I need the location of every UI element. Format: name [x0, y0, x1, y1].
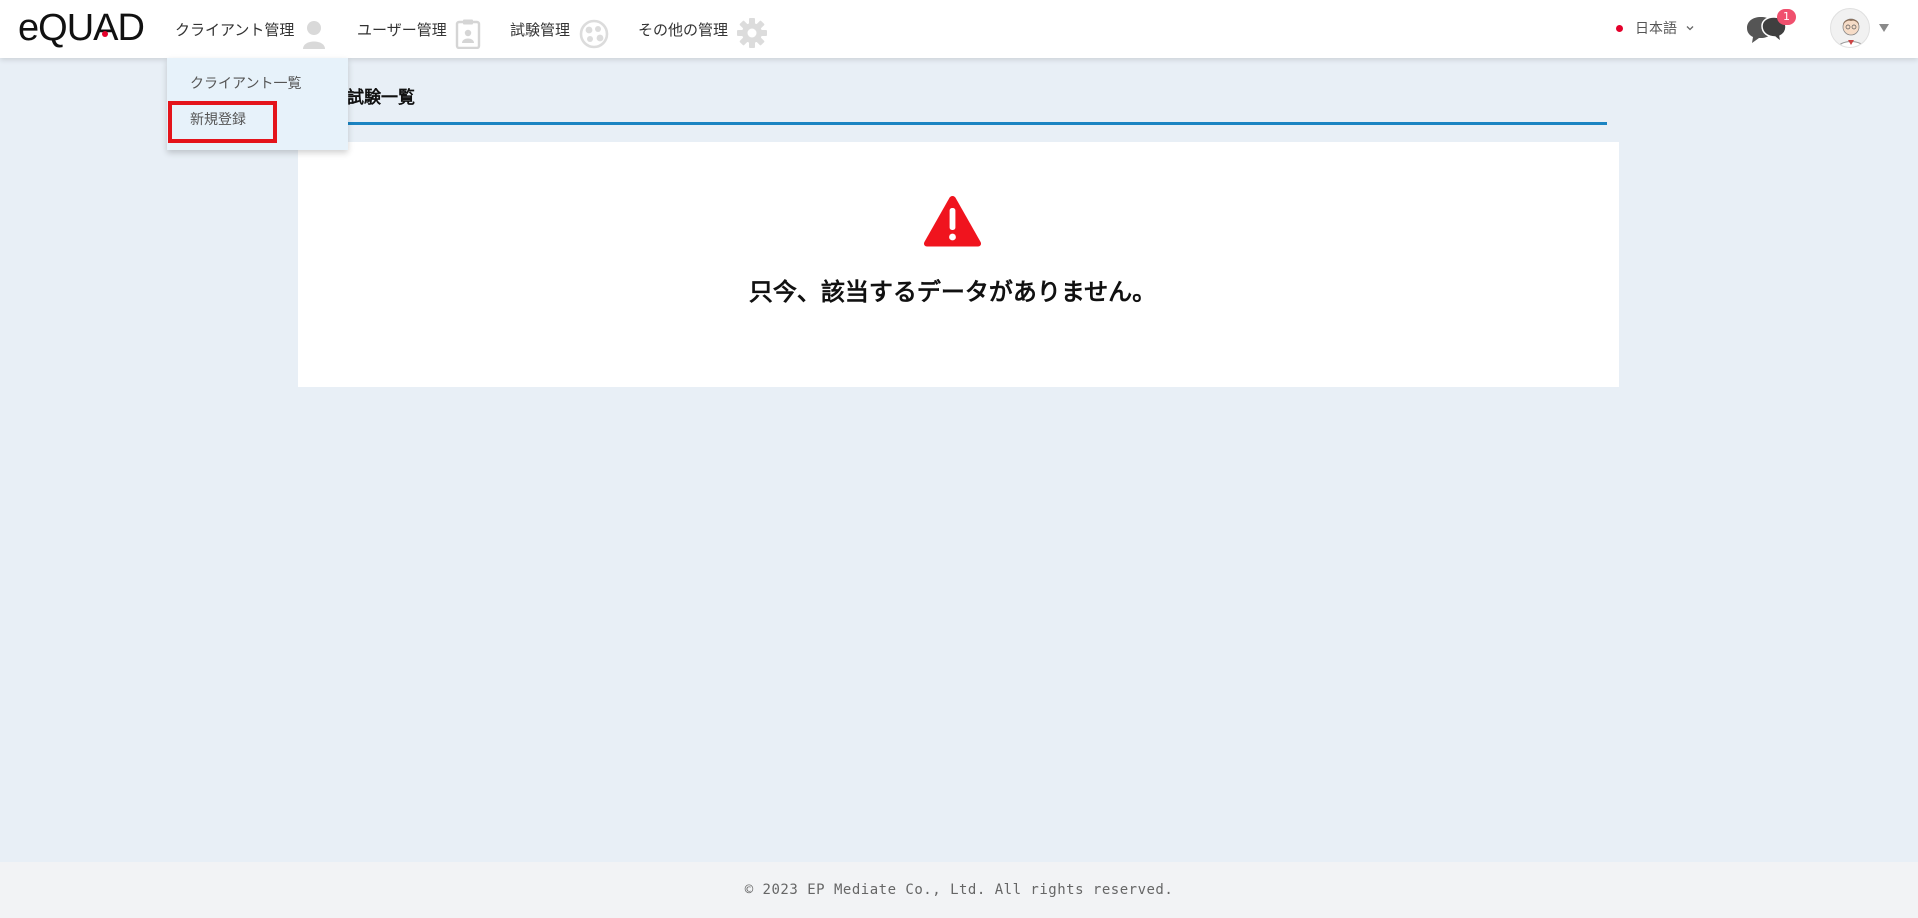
empty-state-message: 只今、該当するデータがありません。 [748, 278, 1157, 306]
user-avatar-icon [1830, 8, 1870, 48]
logo-letter-a: A [93, 6, 118, 49]
nav-exam-management[interactable]: 試験管理 [510, 0, 610, 58]
footer: © 2023 EP Mediate Co., Ltd. All rights r… [0, 862, 1918, 918]
nav-other-management-label: その他の管理 [638, 20, 729, 39]
user-menu[interactable] [1830, 6, 1890, 50]
copyright-text: © 2023 EP Mediate Co., Ltd. All rights r… [744, 882, 1174, 898]
client-management-dropdown: クライアント一覧 新規登録 [167, 58, 348, 150]
nav-exam-management-label: 試験管理 [510, 20, 571, 39]
logo-text-prefix: eQU [18, 6, 94, 49]
japan-flag-icon [1616, 24, 1623, 32]
messages-button[interactable]: 1 [1744, 9, 1796, 46]
gear-icon [736, 9, 768, 49]
nav-user-management[interactable]: ユーザー管理 [357, 0, 481, 58]
language-selector[interactable]: 日本語 [1616, 15, 1695, 41]
top-navigation-bar: eQU A D クライアント管理 ユーザー管理 試験管理 その他の管理 日本語 … [0, 0, 1918, 58]
caret-down-icon [1879, 24, 1889, 32]
notification-badge: 1 [1777, 9, 1796, 25]
logo-text-suffix: D [117, 6, 145, 49]
chevron-down-icon [1686, 26, 1694, 31]
person-icon [302, 9, 326, 49]
dropdown-item-new-registration[interactable]: 新規登録 [167, 102, 348, 136]
dropdown-item-client-list[interactable]: クライアント一覧 [167, 66, 348, 100]
nav-other-management[interactable]: その他の管理 [638, 0, 768, 58]
nav-client-management[interactable]: クライアント管理 [175, 0, 326, 58]
nav-user-management-label: ユーザー管理 [357, 20, 447, 39]
language-label: 日本語 [1635, 21, 1677, 37]
warning-triangle-icon [923, 196, 982, 247]
clipboard-user-icon [455, 9, 481, 49]
equad-logo[interactable]: eQU A D [18, 6, 145, 50]
empty-state-card [298, 142, 1619, 387]
exam-icon [578, 9, 610, 49]
title-divider [298, 122, 1607, 125]
nav-client-management-label: クライアント管理 [175, 20, 295, 39]
